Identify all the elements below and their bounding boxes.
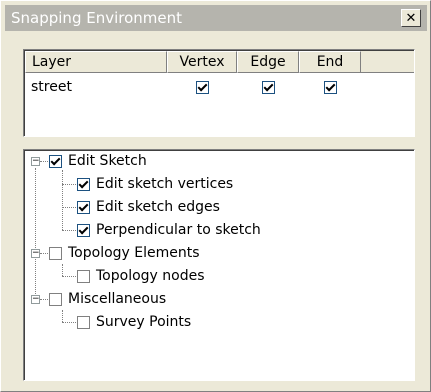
node-label: Miscellaneous — [68, 291, 167, 307]
tree-node-edit-sketch-edges[interactable]: Edit sketch edges — [77, 197, 220, 217]
close-icon: ✕ — [405, 10, 417, 26]
tree-node-edit-sketch[interactable]: Edit Sketch — [49, 151, 147, 171]
tree-connector — [62, 230, 76, 231]
table-row[interactable]: street — [25, 76, 414, 98]
tree-connector — [40, 253, 48, 254]
node-label: Topology nodes — [96, 268, 205, 284]
tree-connector — [62, 276, 76, 277]
node-label: Edit Sketch — [68, 153, 147, 169]
layer-snapping-table: Layer Vertex Edge End street — [23, 49, 415, 137]
node-label: Edit sketch vertices — [96, 176, 234, 192]
column-header-layer[interactable]: Layer — [25, 51, 167, 73]
layer-name: street — [31, 79, 72, 95]
snapping-tree: − Edit Sketch Edit sketch vertices Edit … — [23, 149, 415, 381]
tree-node-survey-points[interactable]: Survey Points — [77, 312, 191, 332]
column-header-filler — [361, 51, 414, 73]
tree-node-miscellaneous[interactable]: Miscellaneous — [49, 289, 166, 309]
table-header: Layer Vertex Edge End — [25, 51, 414, 73]
checkbox[interactable] — [77, 177, 90, 191]
end-checkbox[interactable] — [323, 80, 337, 94]
window-title: Snapping Environment — [11, 9, 183, 27]
tree-connector — [62, 322, 76, 323]
checkbox[interactable] — [77, 223, 90, 237]
title-bar[interactable]: Snapping Environment ✕ — [5, 5, 427, 31]
tree-connector — [40, 299, 48, 300]
tree-connector — [62, 184, 76, 185]
column-header-end[interactable]: End — [299, 51, 361, 73]
vertex-checkbox[interactable] — [195, 80, 209, 94]
checkbox[interactable] — [49, 154, 62, 168]
checkbox[interactable] — [49, 292, 62, 306]
close-button[interactable]: ✕ — [401, 9, 421, 27]
tree-connector — [40, 161, 48, 162]
collapse-toggle[interactable]: − — [31, 249, 40, 258]
checkbox[interactable] — [77, 269, 90, 283]
node-label: Edit sketch edges — [96, 199, 220, 215]
tree-connector — [62, 170, 63, 230]
column-header-edge[interactable]: Edge — [237, 51, 299, 73]
tree-connector — [62, 310, 63, 322]
snapping-environment-window: Snapping Environment ✕ Layer Vertex Edge… — [0, 0, 431, 392]
column-header-vertex[interactable]: Vertex — [167, 51, 237, 73]
tree-node-topology-nodes[interactable]: Topology nodes — [77, 266, 205, 286]
tree-connector — [62, 264, 63, 276]
collapse-toggle[interactable]: − — [31, 157, 40, 166]
checkbox[interactable] — [77, 200, 90, 214]
node-label: Survey Points — [96, 314, 192, 330]
tree-node-edit-sketch-vertices[interactable]: Edit sketch vertices — [77, 174, 233, 194]
node-label: Topology Elements — [68, 245, 200, 261]
node-label: Perpendicular to sketch — [96, 222, 261, 238]
checkbox[interactable] — [49, 246, 62, 260]
collapse-toggle[interactable]: − — [31, 295, 40, 304]
tree-node-topology-elements[interactable]: Topology Elements — [49, 243, 200, 263]
edge-checkbox[interactable] — [261, 80, 275, 94]
tree-node-perpendicular-to-sketch[interactable]: Perpendicular to sketch — [77, 220, 261, 240]
tree-connector — [35, 168, 36, 302]
tree-connector — [62, 207, 76, 208]
checkbox[interactable] — [77, 315, 90, 329]
